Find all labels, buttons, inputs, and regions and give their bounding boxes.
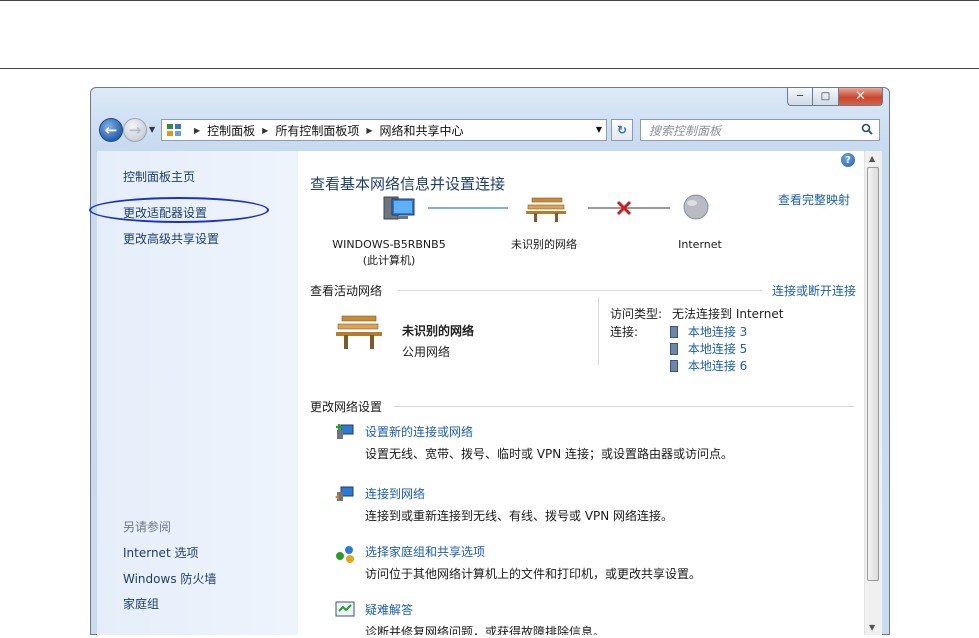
- active-network-type[interactable]: 公用网络: [402, 343, 450, 360]
- network-bench-icon: [336, 315, 382, 349]
- task-desc-troubleshoot: 诊断并修复网络问题，或获得故障排除信息。: [365, 625, 606, 635]
- connect-network-icon: [335, 486, 354, 501]
- new-connection-icon: [336, 424, 354, 439]
- change-settings-heading: 更改网络设置: [310, 400, 383, 414]
- change-settings-divider: [394, 406, 854, 407]
- connect-disconnect-link[interactable]: 连接或断开连接: [772, 282, 856, 299]
- task-desc-homegroup: 访问位于其他网络计算机上的文件和打印机，或更改共享设置。: [365, 567, 702, 581]
- ethernet-icon: [670, 326, 678, 338]
- top-rule: [0, 0, 979, 1]
- connection-item[interactable]: 本地连接 5: [670, 340, 747, 357]
- vertical-scrollbar[interactable]: ▲ ▼: [864, 151, 882, 635]
- computer-sub-label: (此计算机): [362, 254, 416, 267]
- see-also-heading: 另请参阅: [123, 520, 172, 534]
- homegroup-icon: [336, 546, 354, 563]
- active-vertical-divider: [598, 297, 599, 365]
- connection-link-6[interactable]: 本地连接 6: [688, 359, 747, 373]
- globe-icon: [683, 194, 709, 220]
- network-node-label: 未识别的网络: [511, 238, 577, 251]
- task-title-new-connection[interactable]: 设置新的连接或网络: [365, 423, 473, 440]
- content-area: 控制面板主页 更改适配器设置 更改高级共享设置 另请参阅 Internet 选项…: [89, 87, 890, 635]
- task-desc-connect-network: 连接到或重新连接到无线、有线、拨号或 VPN 网络连接。: [365, 509, 674, 523]
- scroll-up-icon[interactable]: ▲: [869, 154, 875, 163]
- connection-item[interactable]: 本地连接 3: [670, 323, 747, 340]
- connection-item[interactable]: 本地连接 6: [670, 357, 747, 374]
- connection-link-5[interactable]: 本地连接 5: [688, 342, 747, 356]
- troubleshoot-icon: [335, 601, 355, 617]
- sidebar-item-firewall[interactable]: Windows 防火墙: [123, 570, 216, 587]
- computer-icon: [383, 196, 415, 220]
- access-type-value: 无法连接到 Internet: [672, 307, 784, 321]
- bench-icon: [526, 197, 566, 222]
- sidebar-item-homegroup[interactable]: 家庭组: [123, 595, 159, 612]
- internet-node-label: Internet: [678, 238, 722, 251]
- computer-name: WINDOWS-B5RBNB5: [332, 238, 446, 251]
- ethernet-icon: [670, 360, 678, 372]
- highlight-circle: [89, 197, 269, 223]
- connection-link-3[interactable]: 本地连接 3: [688, 325, 747, 339]
- scroll-down-icon[interactable]: ▼: [869, 623, 875, 632]
- scrollbar-thumb[interactable]: [867, 167, 879, 581]
- separator-rule: [0, 68, 979, 69]
- ethernet-icon: [670, 343, 678, 355]
- task-desc-new-connection: 设置无线、宽带、拨号、临时或 VPN 连接；或设置路由器或访问点。: [365, 447, 734, 461]
- task-title-connect-network[interactable]: 连接到网络: [365, 485, 425, 502]
- active-networks-heading: 查看活动网络: [310, 284, 383, 298]
- sidebar-item-home[interactable]: 控制面板主页: [123, 168, 195, 185]
- active-network-name: 未识别的网络: [402, 324, 475, 338]
- sidebar-item-advanced-sharing[interactable]: 更改高级共享设置: [123, 230, 219, 247]
- task-title-troubleshoot[interactable]: 疑难解答: [365, 601, 413, 618]
- main-panel: ? 查看基本网络信息并设置连接 查看完整映射 WINDOWS-B5RBNB5 (…: [298, 151, 864, 635]
- access-type-label: 访问类型:: [610, 307, 663, 321]
- sidebar: 控制面板主页 更改适配器设置 更改高级共享设置 另请参阅 Internet 选项…: [89, 151, 298, 635]
- connections-label: 连接:: [610, 325, 639, 339]
- sidebar-item-internet-options[interactable]: Internet 选项: [123, 544, 198, 561]
- active-networks-divider: [398, 290, 762, 291]
- task-title-homegroup[interactable]: 选择家庭组和共享选项: [365, 543, 485, 560]
